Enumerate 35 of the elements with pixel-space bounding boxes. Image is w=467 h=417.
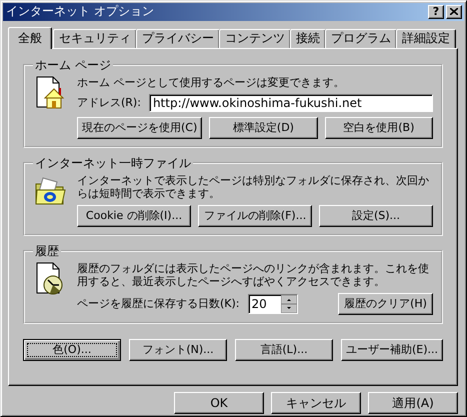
tab[interactable]: 詳細設定 xyxy=(396,28,456,48)
help-button[interactable]: ? xyxy=(428,4,444,19)
close-button[interactable] xyxy=(446,4,462,19)
description: ホーム ページとして使用するページは変更できます。 xyxy=(77,76,346,89)
appearance-button[interactable]: ユーザー補助(E)... xyxy=(340,338,443,361)
address-label: アドレス(R): xyxy=(77,95,141,110)
dialog-button[interactable]: OK xyxy=(174,392,264,414)
dialog-button[interactable]: 適用(A) xyxy=(368,392,458,414)
tab[interactable]: プライバシー xyxy=(136,28,220,48)
tab[interactable]: 接続 xyxy=(290,28,326,48)
home-page-button[interactable]: 現在のページを使用(C) xyxy=(76,116,202,139)
window-title: インターネット オプション xyxy=(6,3,154,20)
tab[interactable]: セキュリティ xyxy=(53,28,137,48)
dialog-button[interactable]: キャンセル xyxy=(271,392,361,414)
close-icon xyxy=(450,8,458,16)
temporary-files-button[interactable]: Cookie の削除(I)... xyxy=(77,204,191,227)
description: インターネットで表示したページは特別なフォルダに保存され、次回からは短時間で表示できます。 xyxy=(77,174,430,200)
clear-history-button[interactable]: 履歴のクリア(H) xyxy=(338,292,433,315)
description: 履歴のフォルダには表示したページへのリンクが含まれます。これを使用すると、最近表示したページへすばやくアクセスできます。 xyxy=(77,262,430,288)
appearance-button[interactable]: フォント(N)... xyxy=(128,338,227,361)
tab[interactable]: プログラム xyxy=(325,28,397,48)
home-page-button[interactable]: 標準設定(D) xyxy=(209,116,318,139)
tab[interactable]: コンテンツ xyxy=(219,28,291,48)
temporary-files-button[interactable]: 設定(S)... xyxy=(319,204,433,227)
tab[interactable]: 全般 xyxy=(8,26,52,49)
group-title: ホーム ページ xyxy=(34,56,112,74)
days-spinner[interactable]: 20 xyxy=(248,294,298,314)
temporary-files-button[interactable]: ファイルの削除(F)... xyxy=(198,204,312,227)
appearance-button[interactable]: 色(O)... xyxy=(23,338,121,361)
appearance-button[interactable]: 言語(L)... xyxy=(234,338,333,361)
group-title: 履歴 xyxy=(34,242,60,260)
days-label: ページを履歴に保存する日数(K): xyxy=(77,296,240,312)
home-page-button[interactable]: 空白を使用(B) xyxy=(324,116,433,139)
group-title: インターネット一時ファイル xyxy=(34,154,192,172)
address-field[interactable]: http://www.okinoshima-fukushi.net xyxy=(148,94,433,112)
